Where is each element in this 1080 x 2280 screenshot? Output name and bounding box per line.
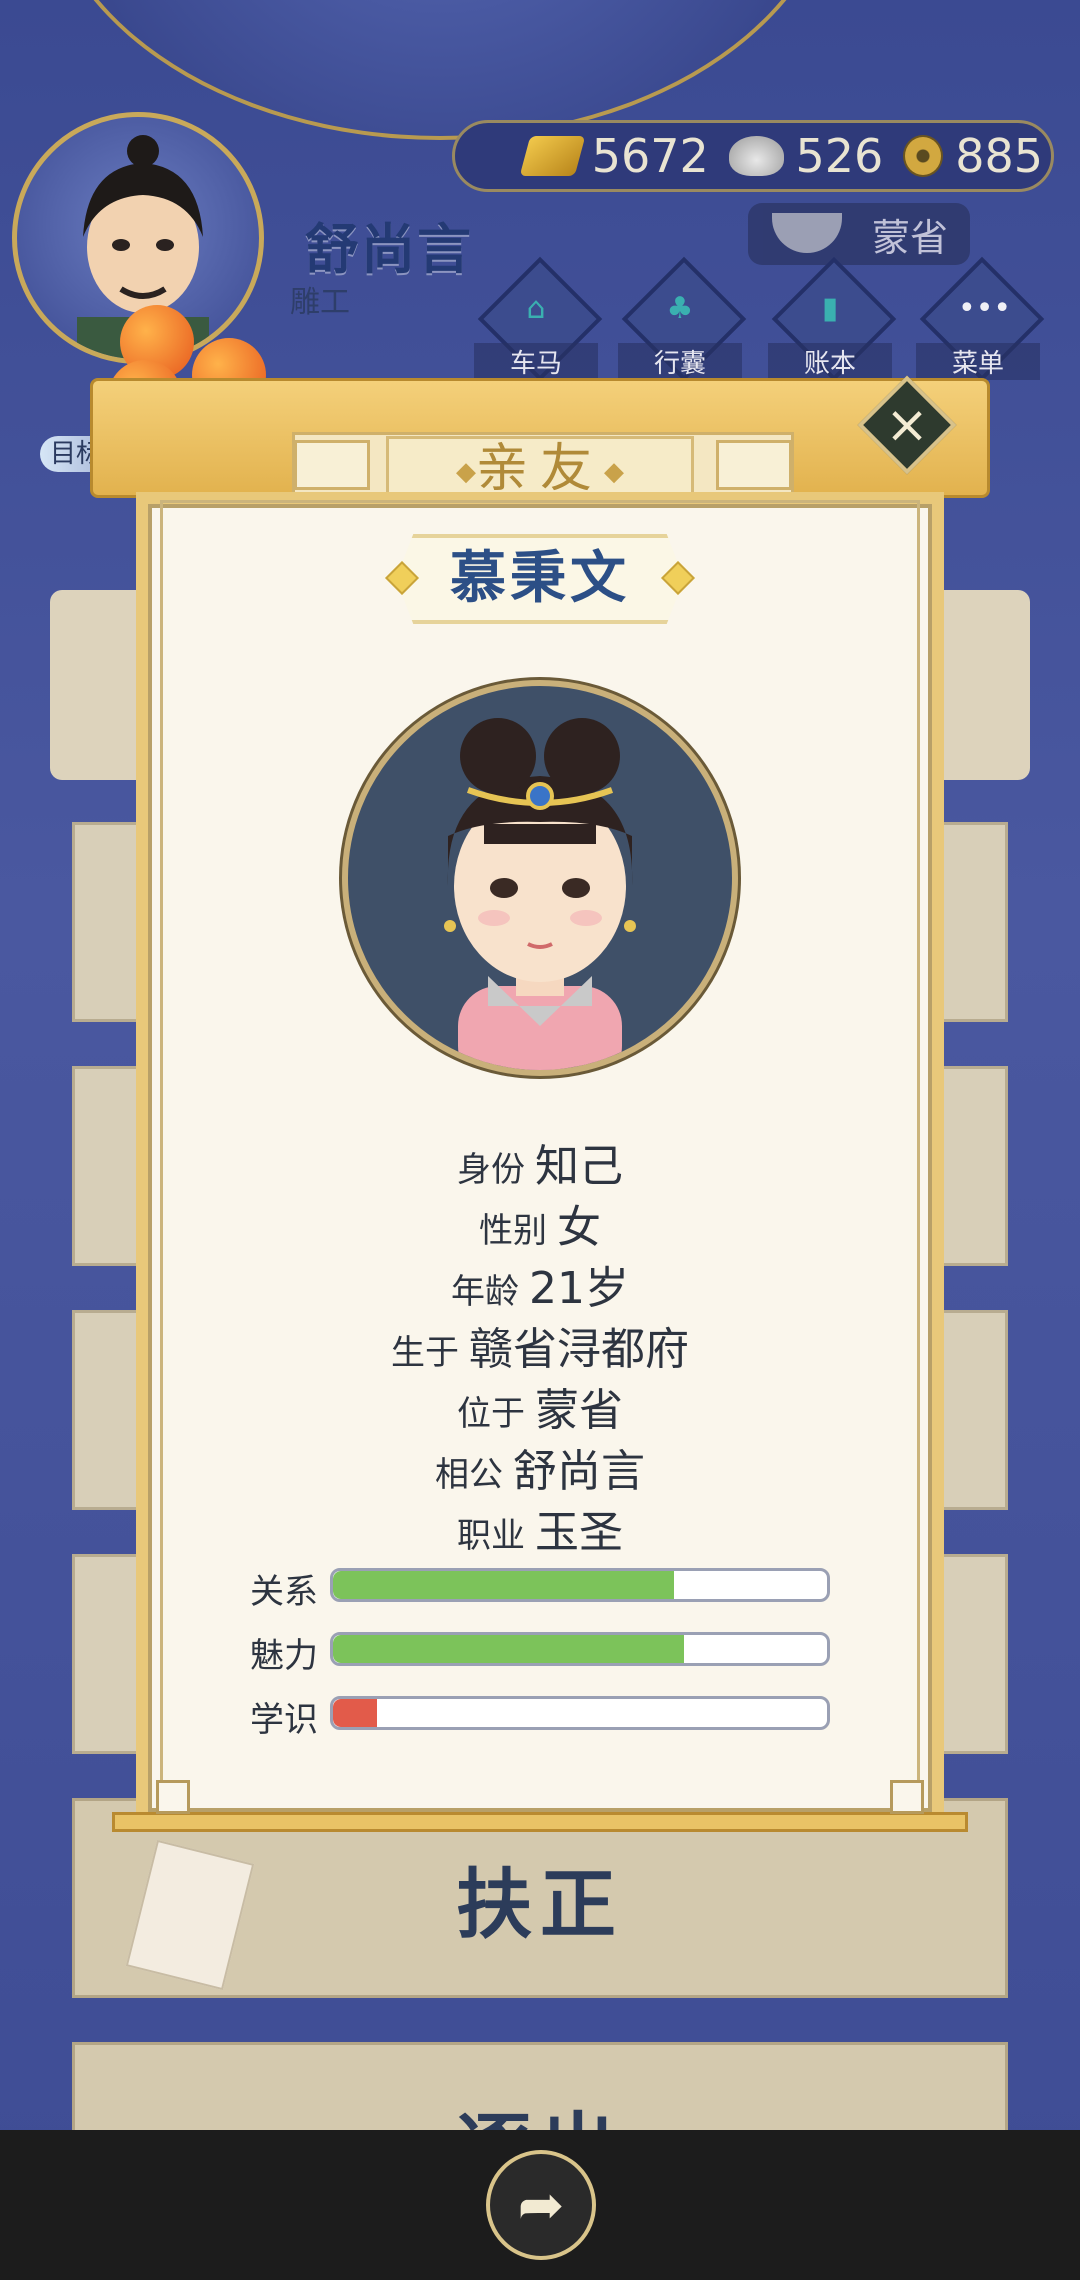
share-button[interactable]: ➦ xyxy=(486,2150,596,2260)
stat-fill-charm xyxy=(333,1635,684,1663)
info-row-location: 位于 蒙省 xyxy=(457,1385,623,1436)
stat-bar-relation xyxy=(330,1568,830,1602)
stat-bar-knowledge xyxy=(330,1696,830,1730)
menu-label: 菜单 xyxy=(916,343,1040,380)
info-row-birthplace: 生于 赣省浔都府 xyxy=(391,1324,689,1375)
menu-label: 车马 xyxy=(474,343,598,380)
location-label: 蒙省 xyxy=(871,215,948,260)
silver-value: 526 xyxy=(795,129,884,183)
header-ornament xyxy=(294,440,370,490)
menu-bundle-button[interactable]: ♣ 行囊 xyxy=(618,256,747,389)
character-portrait xyxy=(342,680,738,1076)
corner-ornament xyxy=(156,1780,190,1814)
lady-portrait-icon xyxy=(444,718,636,1070)
copper-coin-icon xyxy=(903,135,944,177)
info-row-gender: 性别女 xyxy=(479,1202,601,1253)
info-row-identity: 身份 知己 xyxy=(457,1141,623,1192)
resource-bar: 5672 526 885 xyxy=(452,120,1054,192)
menu-ledger-button[interactable]: ▮ 账本 xyxy=(768,256,897,389)
info-row-occupation: 职业 玉圣 xyxy=(457,1507,623,1558)
info-row-husband: 相公 舒尚言 xyxy=(435,1446,645,1497)
stat-fill-relation xyxy=(333,1571,674,1599)
gold-ingot-icon xyxy=(519,136,586,176)
stat-label-knowledge: 学识 xyxy=(250,1700,318,1740)
location-icon xyxy=(772,213,842,253)
menu-label: 行囊 xyxy=(618,343,742,380)
more-icon: ••• xyxy=(958,291,1012,326)
coin-value: 885 xyxy=(955,129,1043,183)
player-name: 舒尚言 xyxy=(305,218,473,281)
ledger-icon: ▮ xyxy=(821,291,839,326)
stat-bar-charm xyxy=(330,1632,830,1666)
stat-label-relation: 关系 xyxy=(250,1572,318,1612)
close-icon: × xyxy=(885,395,929,455)
location-button[interactable]: 蒙省 xyxy=(748,203,970,265)
bundle-icon: ♣ xyxy=(666,291,694,326)
info-row-age: 年龄 21岁 xyxy=(451,1263,629,1314)
player-job: 雕工 xyxy=(290,285,350,320)
menu-more-button[interactable]: ••• 菜单 xyxy=(916,256,1045,389)
stat-fill-knowledge xyxy=(333,1699,378,1727)
header-ornament xyxy=(716,440,792,490)
gold-value: 5672 xyxy=(591,129,709,183)
menu-carriage-button[interactable]: ⌂ 车马 xyxy=(474,256,603,389)
silver-ingot-icon xyxy=(728,136,784,176)
stat-label-charm: 魅力 xyxy=(250,1636,318,1676)
corner-ornament xyxy=(890,1780,924,1814)
dialog-base xyxy=(112,1812,968,1832)
share-icon: ➦ xyxy=(517,2172,565,2238)
menu-label: 账本 xyxy=(768,343,892,380)
character-name: 慕秉文 xyxy=(450,546,630,611)
promote-label: 扶正 xyxy=(456,1860,624,1949)
carriage-icon: ⌂ xyxy=(526,291,546,326)
dialog-title: ◆亲友◆ xyxy=(386,436,694,500)
